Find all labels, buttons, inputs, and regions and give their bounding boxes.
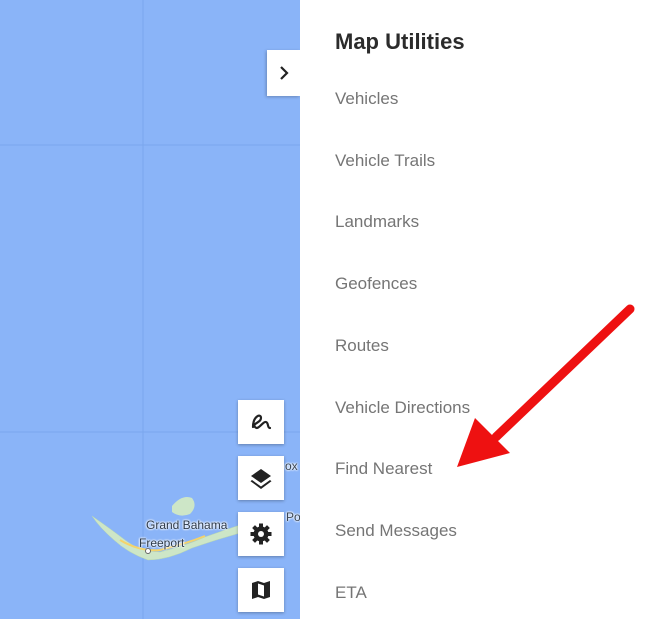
map-utilities-panel: Map Utilities Vehicles Vehicle Trails La… [300,0,659,619]
menu-item-send-messages[interactable]: Send Messages [335,521,457,541]
map-label-grand-bahama: Grand Bahama [146,518,228,532]
settings-button[interactable] [238,512,284,556]
panel-title: Map Utilities [335,29,465,54]
map-label-freeport: Freeport [139,536,185,550]
layers-icon [250,469,272,489]
menu-item-eta[interactable]: ETA [335,583,367,603]
chevron-right-icon [279,66,289,80]
menu-item-routes[interactable]: Routes [335,336,389,356]
menu-item-landmarks[interactable]: Landmarks [335,212,419,232]
island-north-tip [172,497,195,516]
map-label-partial: ox [285,459,298,473]
menu-item-find-nearest[interactable]: Find Nearest [335,459,432,479]
collapse-panel-button[interactable] [267,50,300,96]
layers-button[interactable] [238,456,284,500]
map-label-partial: Po [286,510,300,524]
menu-item-vehicle-trails[interactable]: Vehicle Trails [335,151,435,171]
draw-route-button[interactable] [238,400,284,444]
menu-item-geofences[interactable]: Geofences [335,274,417,294]
menu-item-vehicle-directions[interactable]: Vehicle Directions [335,398,470,418]
squiggle-icon [251,414,272,430]
map-type-button[interactable] [238,568,284,612]
map-icon [252,581,270,599]
gear-icon [250,523,272,545]
menu-item-vehicles[interactable]: Vehicles [335,89,398,109]
